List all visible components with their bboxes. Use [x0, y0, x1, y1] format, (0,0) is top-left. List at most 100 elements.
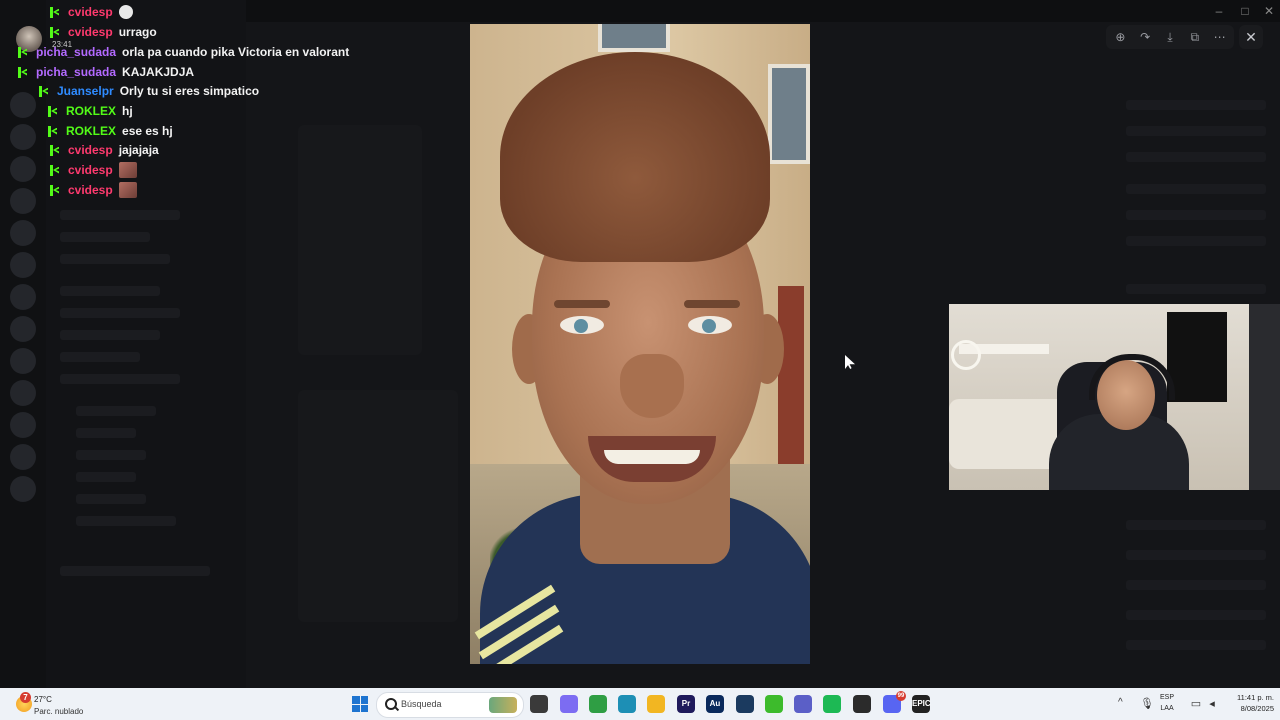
- chat-username[interactable]: cvidesp: [68, 5, 113, 19]
- chat-username[interactable]: cvidesp: [68, 25, 113, 39]
- channel-item[interactable]: [60, 330, 160, 340]
- kick-badge-icon: [48, 105, 58, 117]
- chat-username[interactable]: ROKLEX: [66, 104, 116, 118]
- channel-item[interactable]: [60, 374, 180, 384]
- start-button[interactable]: [352, 696, 368, 712]
- channel-item[interactable]: [60, 210, 180, 220]
- minimize-icon[interactable]: –: [1206, 3, 1232, 19]
- viewer-image[interactable]: [470, 24, 810, 664]
- search-placeholder: Búsqueda: [401, 699, 442, 709]
- server-icon[interactable]: [10, 412, 36, 438]
- forward-icon[interactable]: ↷: [1136, 28, 1154, 46]
- voice-tile[interactable]: [298, 390, 458, 622]
- member-item[interactable]: [1126, 210, 1266, 220]
- chat-username[interactable]: cvidesp: [68, 183, 113, 197]
- language-indicator[interactable]: ESP LAA: [1160, 692, 1174, 714]
- voice-user-item[interactable]: [76, 472, 136, 482]
- chat-text: urrago: [118, 25, 157, 39]
- file-explorer-app[interactable]: [530, 695, 548, 713]
- voice-user-item[interactable]: [76, 516, 176, 526]
- member-item[interactable]: [1126, 152, 1266, 162]
- epic-games-app[interactable]: EPIC: [912, 695, 931, 713]
- member-item[interactable]: [1126, 520, 1266, 530]
- server-icon[interactable]: [10, 284, 36, 310]
- zoom-in-icon[interactable]: ⊕: [1111, 28, 1129, 46]
- volume-icon[interactable]: ◂: [1206, 698, 1218, 710]
- chat-username[interactable]: cvidesp: [68, 163, 113, 177]
- discord-app[interactable]: 99: [883, 691, 906, 713]
- chevron-up-icon[interactable]: ^: [1118, 698, 1128, 708]
- app-label: EPIC: [912, 699, 931, 708]
- member-item[interactable]: [1126, 184, 1266, 194]
- clock[interactable]: 11:41 p. m. 8/08/2025: [1226, 692, 1274, 714]
- steam-app[interactable]: [736, 695, 754, 713]
- channel-item[interactable]: [60, 286, 160, 296]
- server-icon[interactable]: [10, 380, 36, 406]
- server-icon[interactable]: [10, 220, 36, 246]
- member-item[interactable]: [1126, 580, 1266, 590]
- chat-message: ROKLEX hj: [48, 102, 133, 120]
- channel-item[interactable]: [60, 352, 140, 362]
- photo-brow: [554, 300, 610, 308]
- member-item[interactable]: [1126, 284, 1266, 294]
- member-item[interactable]: [1126, 100, 1266, 110]
- photo-nose: [620, 354, 684, 418]
- stream-chat-overlay: 23:41 cvidesp cvidesp urrago picha_sudad…: [0, 0, 460, 210]
- folder-app[interactable]: [647, 695, 665, 713]
- channel-item[interactable]: [60, 566, 210, 576]
- server-icon[interactable]: [10, 252, 36, 278]
- voice-user-item[interactable]: [76, 494, 146, 504]
- kick-badge-icon: [50, 164, 60, 176]
- server-icon[interactable]: [10, 476, 36, 502]
- channel-item[interactable]: [60, 232, 150, 242]
- photo-hair: [500, 52, 770, 262]
- notification-badge: 99: [896, 691, 906, 701]
- taskbar-search[interactable]: Búsqueda: [376, 692, 524, 718]
- chat-message: ROKLEX ese es hj: [48, 122, 173, 140]
- voice-user-item[interactable]: [76, 406, 156, 416]
- edge-app[interactable]: [618, 695, 636, 713]
- search-icon: [385, 698, 397, 710]
- open-external-icon[interactable]: ⧉: [1186, 28, 1204, 46]
- chat-username[interactable]: picha_sudada: [36, 65, 116, 79]
- chrome-app[interactable]: [589, 695, 607, 713]
- server-icon[interactable]: [10, 316, 36, 342]
- member-item[interactable]: [1126, 126, 1266, 136]
- server-icon[interactable]: [10, 348, 36, 374]
- search-highlight-image: [489, 697, 517, 713]
- channel-item[interactable]: [60, 308, 180, 318]
- chat-username[interactable]: Juanselpr: [57, 84, 114, 98]
- voice-user-item[interactable]: [76, 428, 136, 438]
- member-item[interactable]: [1126, 640, 1266, 650]
- more-icon[interactable]: ⋯: [1211, 28, 1229, 46]
- image-emote-icon: [118, 182, 137, 198]
- obs-app[interactable]: [853, 695, 871, 713]
- copilot-app[interactable]: [560, 695, 578, 713]
- webcam-feed: [949, 304, 1280, 490]
- server-icon[interactable]: [10, 444, 36, 470]
- teams-app[interactable]: [794, 695, 812, 713]
- sticker-emote-icon: [118, 5, 133, 19]
- voice-user-item[interactable]: [76, 450, 146, 460]
- member-item[interactable]: [1126, 610, 1266, 620]
- member-item[interactable]: [1126, 550, 1266, 560]
- microphone-icon[interactable]: 🎙: [1140, 698, 1154, 710]
- green-app[interactable]: [765, 695, 783, 713]
- kick-badge-icon: [18, 66, 28, 78]
- kick-badge-icon: [50, 26, 60, 38]
- network-icon[interactable]: ▭: [1190, 698, 1202, 710]
- spotify-app[interactable]: [823, 695, 841, 713]
- audition-app[interactable]: Au: [706, 695, 724, 713]
- weather-widget[interactable]: 7 27°C Parc. nublado: [14, 692, 134, 718]
- member-item[interactable]: [1126, 236, 1266, 246]
- chat-message: cvidesp: [50, 181, 137, 199]
- maximize-icon[interactable]: □: [1232, 3, 1258, 19]
- premiere-app[interactable]: Pr: [677, 695, 695, 713]
- download-icon[interactable]: ⤓: [1161, 28, 1179, 46]
- chat-username[interactable]: picha_sudada: [36, 45, 116, 59]
- window-close-icon[interactable]: ✕: [1256, 3, 1280, 19]
- close-icon[interactable]: ✕: [1239, 25, 1263, 49]
- chat-username[interactable]: ROKLEX: [66, 124, 116, 138]
- chat-username[interactable]: cvidesp: [68, 143, 113, 157]
- channel-item[interactable]: [60, 254, 170, 264]
